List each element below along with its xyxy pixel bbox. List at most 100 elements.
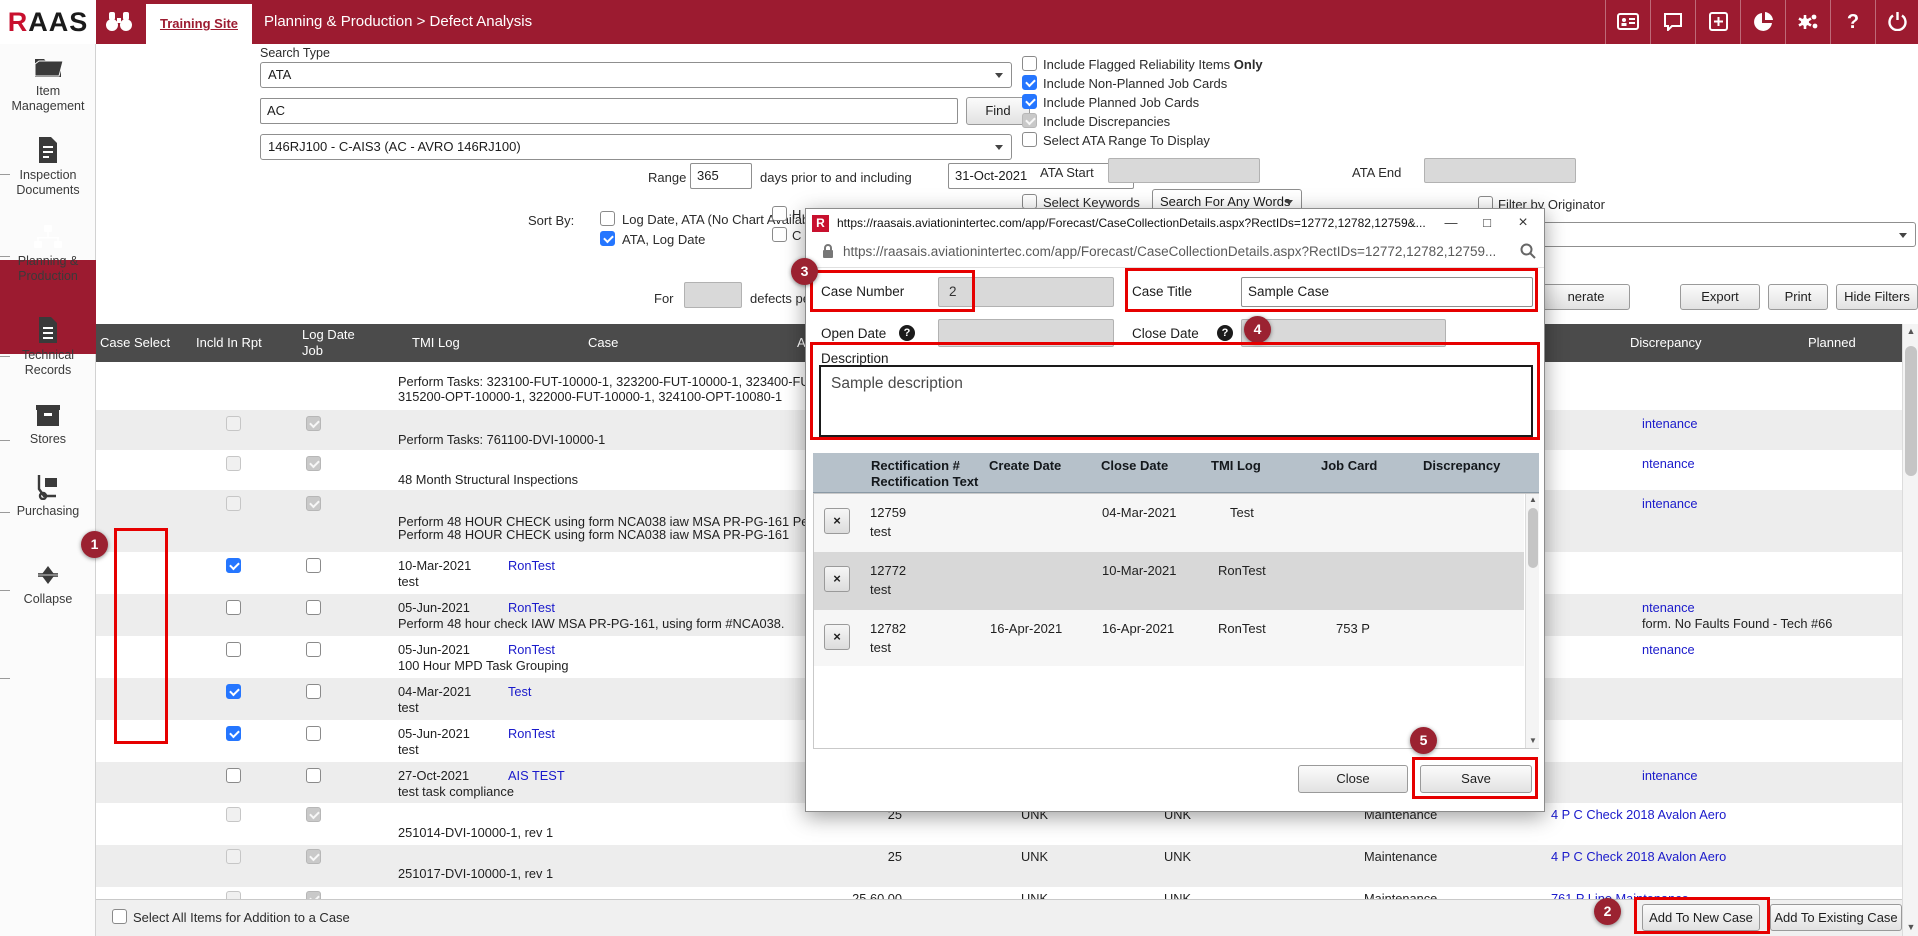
records-icon <box>0 316 96 344</box>
scrollbar-thumb[interactable] <box>1905 346 1917 476</box>
search-input[interactable]: AC <box>260 98 958 124</box>
incld-in-rpt-checkbox <box>306 849 321 864</box>
delete-rectification-button[interactable]: × <box>824 624 850 650</box>
delete-rectification-button[interactable]: × <box>824 566 850 592</box>
log-date: 10-Mar-2021 <box>398 558 471 573</box>
help-icon[interactable]: ? <box>1830 0 1875 44</box>
close-button[interactable]: Close <box>1298 765 1408 793</box>
sort-by-label: Sort By: <box>528 213 574 228</box>
include-planned-checkbox[interactable] <box>1022 94 1037 109</box>
include-nonplanned-checkbox[interactable] <box>1022 75 1037 90</box>
sidebar-item-planning-production[interactable]: Planning & Production <box>0 224 96 284</box>
tmi-log-link[interactable]: RonTest <box>508 600 555 615</box>
generate-button[interactable]: nerate <box>1542 284 1630 310</box>
incld-in-rpt-checkbox <box>306 496 321 511</box>
close-date-help-icon[interactable]: ? <box>1217 325 1233 341</box>
job-card-link[interactable]: intenance <box>1642 416 1698 431</box>
scroll-down-icon[interactable]: ▼ <box>1526 736 1540 745</box>
job-card-link[interactable]: ntenance <box>1642 642 1695 657</box>
add-icon[interactable] <box>1695 0 1740 44</box>
popup-scrollbar[interactable]: ▲ ▼ <box>1525 494 1539 748</box>
tmi-log-link[interactable]: Test <box>1230 505 1254 520</box>
print-button[interactable]: Print <box>1768 284 1828 310</box>
case-select-checkbox[interactable] <box>226 558 241 573</box>
tmi-log-link[interactable]: RonTest <box>1218 621 1266 636</box>
tmi-log-link[interactable]: AIS TEST <box>508 768 565 783</box>
case-select-checkbox <box>226 807 241 822</box>
case-select-checkbox[interactable] <box>226 726 241 741</box>
ata-value: 25 <box>796 849 902 864</box>
close-window-button[interactable]: × <box>1506 210 1540 236</box>
case-select-checkbox[interactable] <box>226 600 241 615</box>
sidebar-item-purchasing[interactable]: Purchasing <box>0 474 96 519</box>
job-card-link[interactable]: ntenance <box>1642 600 1695 615</box>
find-button[interactable]: Find <box>966 97 1030 125</box>
maximize-button[interactable]: □ <box>1470 210 1504 236</box>
job-card-link[interactable]: 753 P <box>1336 621 1370 636</box>
tmi-log-link[interactable]: RonTest <box>1218 563 1266 578</box>
job-card-link[interactable]: intenance <box>1642 496 1698 511</box>
select-ata-range-checkbox[interactable] <box>1022 132 1037 147</box>
delete-rectification-button[interactable]: × <box>824 508 850 534</box>
hide-filters-button[interactable]: Hide Filters <box>1836 284 1918 310</box>
job-card-link[interactable]: 4 P C Check 2018 Avalon Aero <box>1551 807 1726 822</box>
sidebar-item-collapse[interactable]: Collapse <box>0 562 96 607</box>
zoom-icon[interactable] <box>1520 243 1536 264</box>
sidebar-item-inspection-documents[interactable]: Inspection Documents <box>0 136 96 198</box>
case-select-checkbox[interactable] <box>226 684 241 699</box>
tmi-log-link[interactable]: RonTest <box>508 726 555 741</box>
chat-icon[interactable] <box>1650 0 1695 44</box>
incld-in-rpt-checkbox[interactable] <box>306 558 321 573</box>
job-card-link[interactable]: intenance <box>1642 768 1698 783</box>
annotation-box-case-title <box>1125 268 1538 312</box>
case-select-checkbox[interactable] <box>226 642 241 657</box>
aircraft-select[interactable]: 146RJ100 - C-AIS3 (AC - AVRO 146RJ100) <box>260 134 1012 160</box>
job-card-link[interactable]: 4 P C Check 2018 Avalon Aero <box>1551 849 1726 864</box>
include-flagged-checkbox[interactable] <box>1022 56 1037 71</box>
power-icon[interactable] <box>1875 0 1918 44</box>
incld-in-rpt-checkbox[interactable] <box>306 726 321 741</box>
popup-address-url[interactable]: https://raasais.aviationintertec.com/app… <box>843 244 1511 259</box>
incld-in-rpt-checkbox[interactable] <box>306 768 321 783</box>
scroll-up-icon[interactable]: ▲ <box>1903 326 1918 336</box>
partial-checkbox-1[interactable] <box>772 206 787 221</box>
sidebar-item-technical-records[interactable]: Technical Records <box>0 316 96 378</box>
job-card-link[interactable]: ntenance <box>1642 456 1695 471</box>
sort-ata-checkbox[interactable] <box>600 231 615 246</box>
settings-icon[interactable] <box>1785 0 1830 44</box>
sidebar-item-item-management[interactable]: Item Management <box>0 54 96 114</box>
partial-checkbox-2[interactable] <box>772 227 787 242</box>
vertical-scrollbar[interactable]: ▲ ▼ <box>1902 324 1918 936</box>
tmi-log-link[interactable]: RonTest <box>508 558 555 573</box>
select-keywords-checkbox[interactable] <box>1022 194 1037 209</box>
rectification-table-body: × 12759 test 04-Mar-2021 Test × 12772 te… <box>813 493 1539 749</box>
lock-icon <box>822 243 834 264</box>
range-input[interactable]: 365 <box>690 163 752 189</box>
incld-in-rpt-checkbox[interactable] <box>306 684 321 699</box>
tmi-log-link[interactable]: Test <box>508 684 531 699</box>
scrollbar-thumb[interactable] <box>1528 508 1538 568</box>
top-header: RAAS Training Site Planning & Production… <box>0 0 1918 44</box>
pie-chart-icon[interactable] <box>1740 0 1785 44</box>
incld-in-rpt-checkbox[interactable] <box>306 642 321 657</box>
sidebar: Item Management Inspection Documents Pla… <box>0 44 96 936</box>
originator-value: Maintenance <box>1364 849 1437 864</box>
incld-in-rpt-checkbox[interactable] <box>306 600 321 615</box>
minimize-button[interactable]: — <box>1434 210 1468 236</box>
scroll-down-icon[interactable]: ▼ <box>1903 922 1918 932</box>
search-type-select[interactable]: ATA <box>260 62 1012 88</box>
tab-training-site[interactable]: Training Site <box>146 4 252 44</box>
tmi-log-link[interactable]: RonTest <box>508 642 555 657</box>
select-all-checkbox[interactable] <box>112 909 127 924</box>
case-select-checkbox[interactable] <box>226 768 241 783</box>
hand-truck-icon <box>0 474 96 500</box>
open-date-help-icon[interactable]: ? <box>899 325 915 341</box>
export-button[interactable]: Export <box>1680 284 1760 310</box>
binoculars-icon <box>104 10 134 39</box>
add-to-existing-case-button[interactable]: Add To Existing Case <box>1770 904 1902 931</box>
employee-card-icon[interactable] <box>1605 0 1650 44</box>
sort-logdate-checkbox[interactable] <box>600 211 615 226</box>
scroll-up-icon[interactable]: ▲ <box>1526 495 1540 504</box>
sidebar-item-stores[interactable]: Stores <box>0 402 96 447</box>
job-text: 48 Month Structural Inspections <box>398 472 578 487</box>
